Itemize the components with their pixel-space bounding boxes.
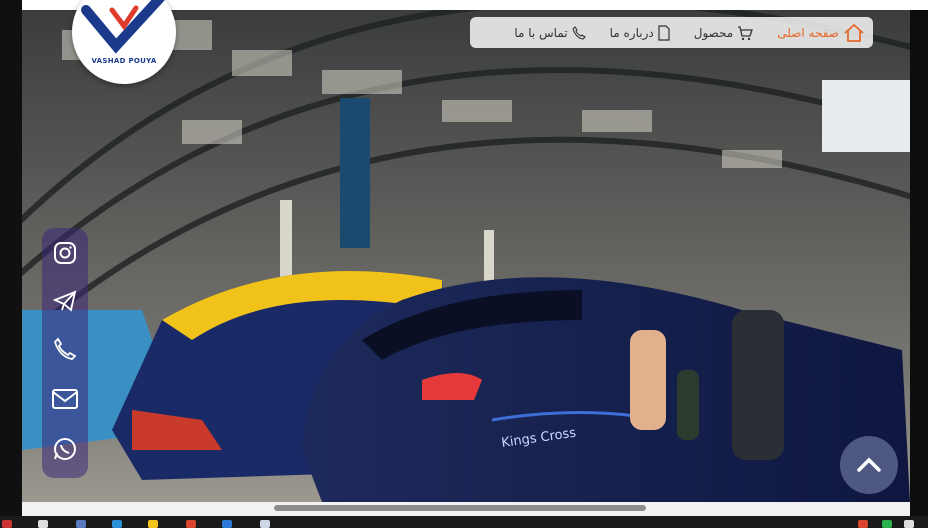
nav-item-product[interactable]: محصول [694,25,754,41]
telegram-icon[interactable] [52,288,78,314]
nav-label-home: صفحه اصلی [777,25,839,40]
nav-item-home[interactable]: صفحه اصلی [777,23,865,43]
horizontal-scrollbar[interactable] [22,502,910,516]
tray-icon[interactable] [858,520,868,528]
document-icon [658,24,670,41]
mail-icon[interactable] [52,386,78,412]
right-edge [910,0,928,516]
nav-item-contact[interactable]: تماس با ما [514,25,586,40]
home-icon [844,23,864,42]
nav-item-about[interactable]: درباره ما [609,24,670,41]
logo-mark [81,0,165,54]
taskbar-app-icon[interactable] [38,520,48,528]
taskbar-app-icon[interactable] [76,520,86,528]
chrome-icon[interactable] [186,520,196,528]
volume-icon[interactable] [904,520,914,528]
left-edge [0,0,22,516]
cart-icon [738,25,754,40]
scrollbar-thumb[interactable] [274,505,646,511]
whatsapp-icon[interactable] [52,436,78,462]
tray-icon[interactable] [882,520,892,528]
phone-icon [571,25,586,40]
nav-label-contact: تماس با ما [514,25,568,40]
notepad-icon[interactable] [260,520,270,528]
main-nav: صفحه اصلی محصول درباره ما تماس با ما [470,17,873,48]
social-sidebar [42,228,88,478]
nav-label-product: محصول [693,25,734,40]
phone-icon[interactable] [52,336,78,362]
start-icon[interactable] [2,520,12,528]
taskbar-app-icon[interactable] [148,520,158,528]
nav-label-about: درباره ما [609,25,654,40]
back-to-top-button[interactable] [840,436,898,494]
taskbar [0,516,928,528]
taskbar-app-icon[interactable] [112,520,122,528]
instagram-icon[interactable] [52,240,78,266]
hero-image: Kings Cross [22,10,910,502]
chevron-up-icon [857,457,881,472]
vscode-icon[interactable] [222,520,232,528]
logo-text: VASHAD POUYA [91,57,157,65]
